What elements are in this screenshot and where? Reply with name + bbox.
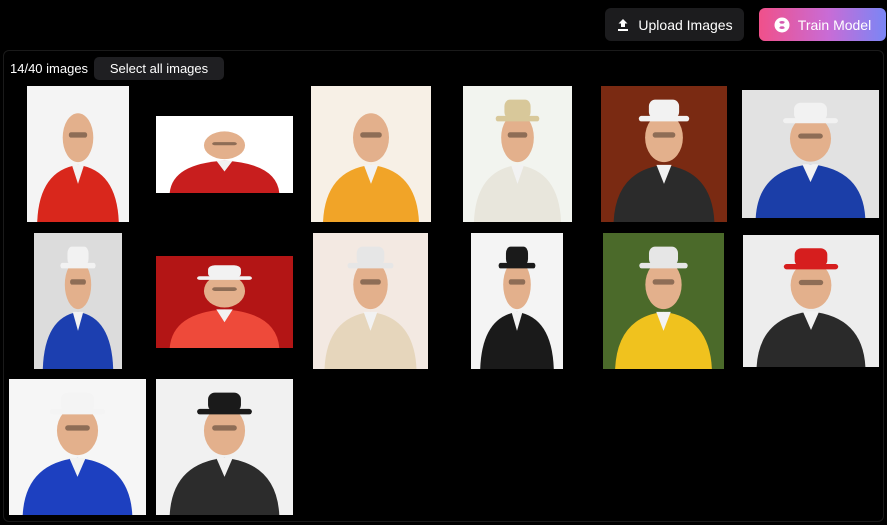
image-thumbnail[interactable] bbox=[603, 233, 724, 369]
top-toolbar: Upload Images Train Model bbox=[0, 0, 887, 48]
image-thumbnail[interactable] bbox=[463, 86, 572, 222]
image-thumbnail[interactable] bbox=[471, 233, 563, 369]
image-thumbnail[interactable] bbox=[743, 235, 879, 367]
image-thumbnail[interactable] bbox=[742, 90, 879, 218]
train-model-button[interactable]: Train Model bbox=[759, 8, 886, 41]
train-model-icon bbox=[774, 17, 790, 33]
image-thumbnail[interactable] bbox=[9, 379, 146, 515]
image-count: 14/40 images bbox=[10, 61, 89, 76]
select-all-images-button[interactable]: Select all images bbox=[94, 57, 224, 80]
image-thumbnail[interactable] bbox=[34, 233, 122, 369]
image-thumbnail[interactable] bbox=[156, 116, 293, 193]
upload-images-button[interactable]: Upload Images bbox=[605, 8, 744, 41]
upload-images-label: Upload Images bbox=[638, 16, 733, 33]
image-thumbnail[interactable] bbox=[27, 86, 129, 222]
image-thumbnail[interactable] bbox=[156, 256, 293, 348]
image-thumbnail[interactable] bbox=[601, 86, 727, 222]
image-thumbnail[interactable] bbox=[156, 379, 293, 515]
train-model-label: Train Model bbox=[797, 16, 872, 33]
image-thumbnail[interactable] bbox=[311, 86, 431, 222]
upload-icon bbox=[616, 18, 630, 32]
image-thumbnail[interactable] bbox=[313, 233, 428, 369]
